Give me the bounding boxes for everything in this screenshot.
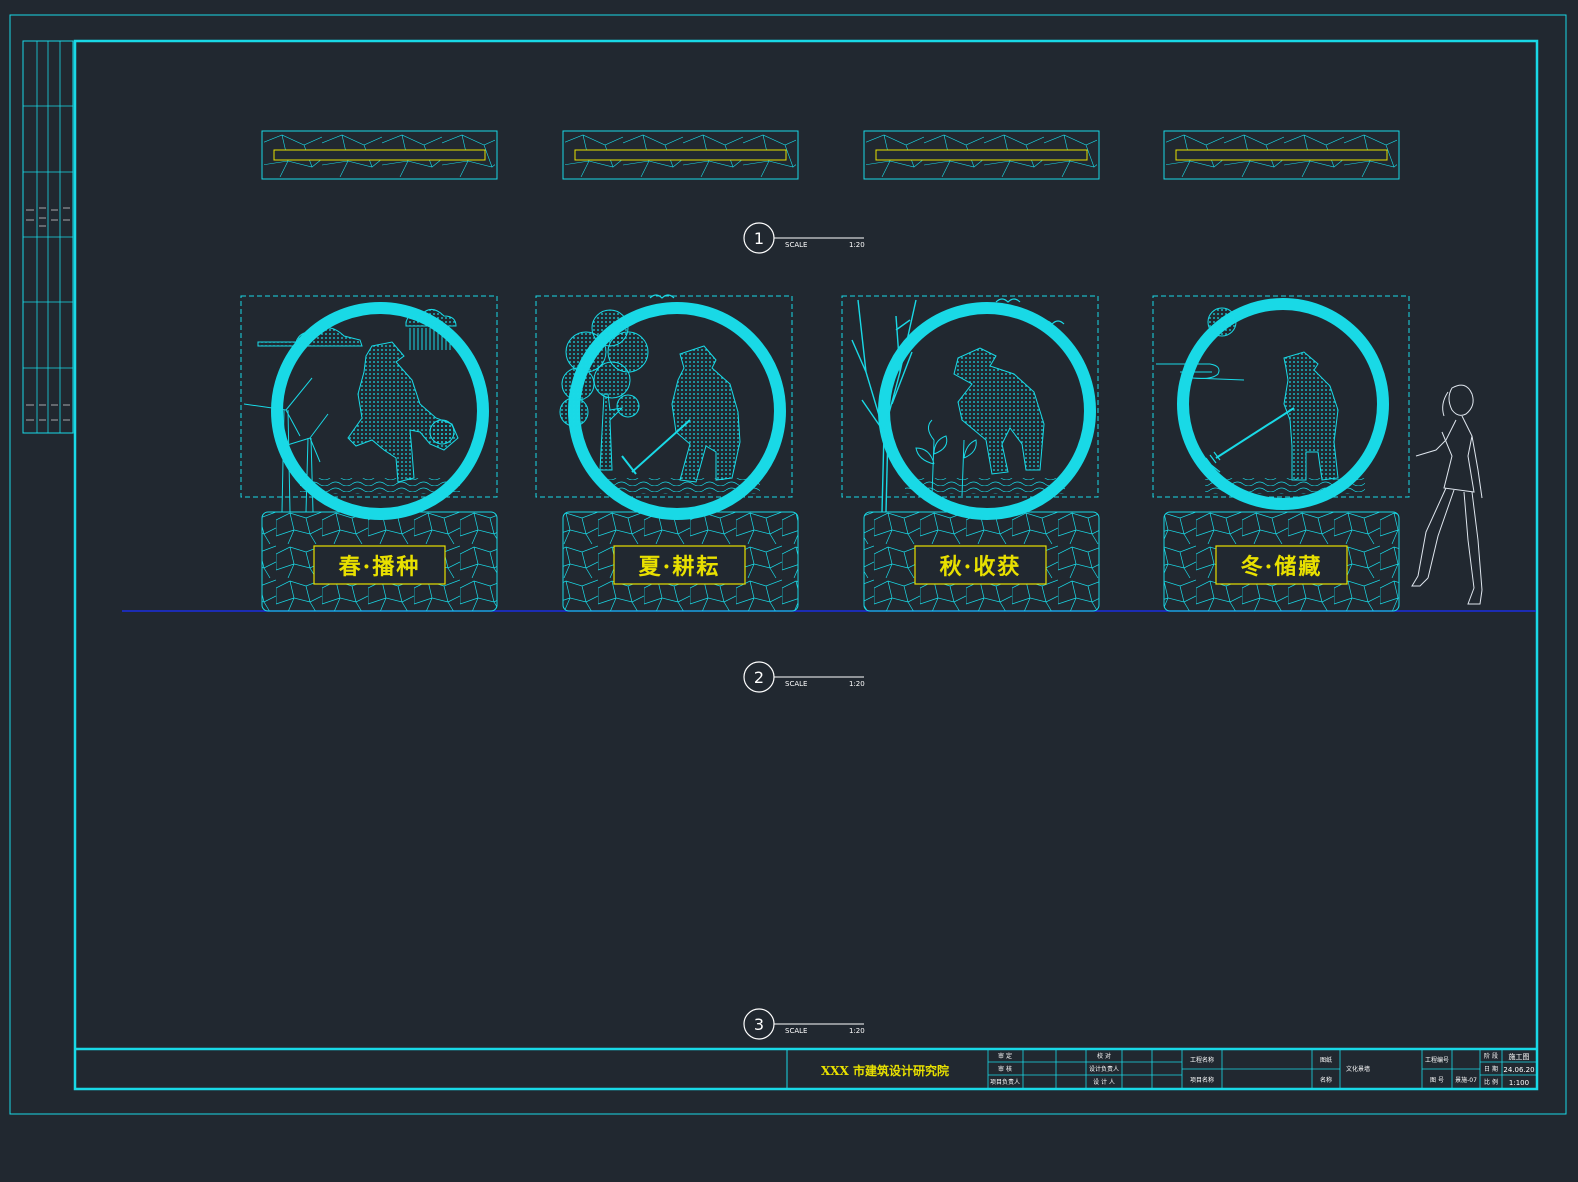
- phase-label: 阶 段: [1484, 1052, 1498, 1060]
- binding-strip: [22, 40, 74, 434]
- scale-value: 1:20: [849, 241, 865, 249]
- sign-text: 夏·耕耘: [639, 554, 721, 580]
- farmer-sowing-figure: [347, 341, 459, 483]
- moon-icon: [1207, 307, 1237, 337]
- view-label-1: 1 SCALE 1:20: [743, 222, 865, 254]
- signoff-designer-label: 设 计 人: [1093, 1078, 1115, 1086]
- scale-label: 比 例: [1484, 1078, 1498, 1086]
- signoff-approve-label: 审 定: [998, 1052, 1012, 1060]
- drawing-label: 图纸: [1320, 1056, 1332, 1064]
- plan-pedestal: [261, 130, 498, 180]
- view-label-2: 2 SCALE 1:20: [743, 661, 865, 693]
- signoff-project-lead-label: 项目负责人: [990, 1078, 1020, 1086]
- scale-label: SCALE: [785, 1027, 807, 1035]
- tree-icon: [559, 309, 649, 471]
- signoff-check-label: 校 对: [1097, 1052, 1111, 1060]
- scale-value: 1:100: [1509, 1079, 1529, 1087]
- panel-boundary: [1152, 295, 1410, 498]
- drawing-no-label: 图 号: [1430, 1077, 1444, 1084]
- farmer-raking-figure: [1283, 351, 1339, 481]
- project-no-label: 工程编号: [1425, 1056, 1449, 1064]
- farmer-hoeing-figure: [671, 345, 741, 483]
- date-label: 日 期: [1484, 1065, 1498, 1073]
- plan-view: [261, 130, 1400, 180]
- institute-name: XXX 市建筑设计研究院: [821, 1063, 949, 1078]
- view-label-3: 3 SCALE 1:20: [743, 1008, 865, 1040]
- signoff-design-lead-label: 设计负责人: [1089, 1065, 1119, 1073]
- title-block: XXX 市建筑设计研究院 审 定 校 对 审 核 设计负责人 项目负责人 设 计…: [75, 1047, 1537, 1089]
- plan-pedestal: [1163, 130, 1400, 180]
- signoff-review-label: 审 核: [998, 1065, 1012, 1073]
- scale-label: SCALE: [785, 241, 807, 249]
- scale-value: 1:20: [849, 680, 865, 688]
- phase-value: 施工图: [1509, 1052, 1530, 1061]
- cloud-icon: [1156, 363, 1245, 381]
- plan-pedestal: [863, 130, 1100, 180]
- bird-icon: [649, 294, 675, 299]
- panel-autumn: 秋·收获: [841, 295, 1100, 612]
- elevation-view: 春·播种 夏·耕耘 秋·收获 冬·储藏: [122, 294, 1536, 612]
- drawing-name-label: 名称: [1320, 1076, 1332, 1084]
- drawing-name-value: 文化景墙: [1346, 1065, 1370, 1073]
- plan-pedestal: [562, 130, 799, 180]
- bird-icon: [995, 298, 1021, 303]
- scale-label: SCALE: [785, 680, 807, 688]
- panel-spring: 春·播种: [240, 295, 498, 612]
- human-scale-figure: [1411, 384, 1483, 605]
- drawing-no-value: 景施-07: [1455, 1076, 1477, 1084]
- sign-text: 春·播种: [339, 554, 421, 580]
- view-number: 3: [754, 1015, 764, 1034]
- view-number: 2: [754, 668, 764, 687]
- panel-summer: 夏·耕耘: [535, 294, 799, 612]
- scale-value: 1:20: [849, 1027, 865, 1035]
- panel-winter: 冬·储藏: [1152, 295, 1410, 612]
- item-name-label: 项目名称: [1190, 1076, 1214, 1084]
- drawing-sheet: 1 SCALE 1:20 2 SCALE 1:20 3 SCALE 1:20 春…: [9, 14, 1567, 1115]
- sign-text: 冬·储藏: [1241, 554, 1323, 580]
- view-number: 1: [754, 229, 764, 248]
- project-name-label: 工程名称: [1190, 1056, 1214, 1064]
- sign-text: 秋·收获: [940, 554, 1022, 580]
- farmer-harvesting-figure: [953, 347, 1045, 475]
- date-value: 24.06.20: [1503, 1066, 1534, 1074]
